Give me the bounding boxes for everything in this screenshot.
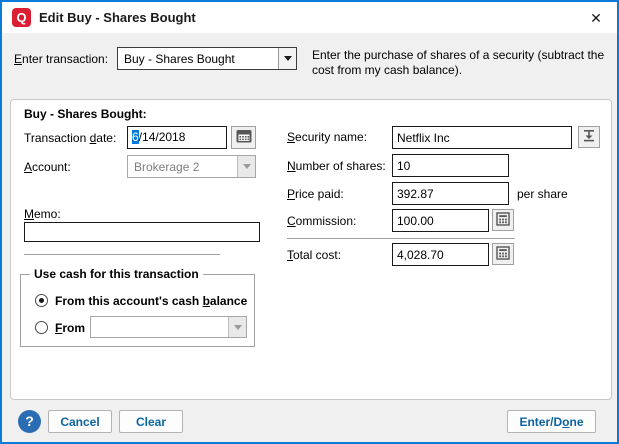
label-part: Enter/D [519, 415, 562, 429]
use-cash-legend: Use cash for this transaction [30, 267, 203, 282]
radio-from-account-balance[interactable] [35, 294, 48, 307]
clear-button[interactable]: Clear [119, 410, 183, 433]
number-of-shares-label: Number of shares: [287, 159, 386, 174]
label-part: ecurity name: [295, 130, 367, 144]
account-dropdown: Brokerage 2 [127, 155, 256, 178]
label-part: otal cost: [293, 248, 341, 262]
security-picker-button[interactable] [578, 126, 600, 148]
chevron-down-icon [234, 325, 242, 330]
enter-done-button[interactable]: Enter/Done [507, 410, 596, 433]
radio-from-account-balance-label: From this account's cash balance [55, 294, 247, 309]
security-name-input[interactable] [392, 126, 572, 149]
description-line: cost from my cash balance). [312, 63, 462, 77]
window-title: Edit Buy - Shares Bought [39, 10, 196, 25]
label-part: Transaction [24, 131, 90, 145]
from-account-dropdown [90, 316, 247, 338]
total-cost-calculator-button[interactable] [492, 243, 514, 265]
help-button[interactable]: ? [18, 410, 41, 433]
dropdown-arrow-box [237, 156, 255, 177]
memo-label: Memo: [24, 207, 61, 222]
edit-buy-dialog: Q Edit Buy - Shares Bought ✕ Enter trans… [0, 0, 619, 444]
account-value: Brokerage 2 [134, 160, 199, 174]
enter-transaction-value: Buy - Shares Bought [124, 52, 235, 66]
label-part: rice paid: [295, 187, 344, 201]
radio-from-other-account[interactable] [35, 321, 48, 334]
label-mnemonic: P [287, 187, 295, 201]
separator [287, 238, 515, 239]
label-mnemonic: o [562, 415, 569, 429]
date-text: /14/2018 [139, 130, 186, 144]
label-mnemonic: N [287, 159, 296, 173]
label-mnemonic: C [287, 214, 296, 228]
label-mnemonic: S [287, 130, 295, 144]
number-of-shares-input[interactable] [392, 154, 509, 177]
transaction-date-label: Transaction date: [24, 131, 116, 146]
enter-transaction-label: Enter transaction: [14, 52, 108, 67]
cancel-button[interactable]: Cancel [48, 410, 112, 433]
title-bar: Q Edit Buy - Shares Bought ✕ [2, 2, 617, 33]
quicken-logo-icon: Q [12, 8, 31, 27]
commission-calculator-button[interactable] [492, 209, 514, 231]
label-mnemonic: M [24, 207, 34, 221]
price-paid-label: Price paid: [287, 187, 344, 202]
description-line: Enter the purchase of shares of a securi… [312, 48, 604, 62]
label-part: ccount: [32, 160, 71, 174]
price-paid-input[interactable] [392, 182, 509, 205]
radio-from-other-account-label: From [55, 321, 85, 336]
commission-label: Commission: [287, 214, 356, 229]
label-part: umber of shares: [296, 159, 386, 173]
calendar-icon [236, 129, 252, 146]
total-cost-input[interactable] [392, 243, 489, 266]
transaction-date-input[interactable]: 6/14/2018 [127, 126, 227, 149]
account-label: Account: [24, 160, 71, 175]
dropdown-arrow-box [228, 317, 246, 337]
date-text-selection: 6 [132, 130, 139, 144]
enter-transaction-dropdown[interactable]: Buy - Shares Bought [117, 47, 297, 70]
label-part: ne [570, 415, 584, 429]
label-mnemonic: A [24, 160, 32, 174]
chevron-down-icon [284, 56, 292, 61]
section-title: Buy - Shares Bought: [24, 107, 147, 122]
calculator-icon [496, 212, 510, 229]
label-mnemonic: b [203, 294, 210, 308]
close-icon[interactable]: ✕ [585, 7, 607, 29]
total-cost-label: Total cost: [287, 248, 341, 263]
commission-input[interactable] [392, 209, 489, 232]
chevron-down-icon [243, 164, 251, 169]
label-mnemonic: E [14, 52, 22, 66]
security-picker-icon [582, 129, 596, 145]
calendar-button[interactable] [231, 126, 256, 149]
per-share-label: per share [517, 187, 568, 202]
label-part: From this account's cash [55, 294, 203, 308]
label-part: ate: [96, 131, 116, 145]
calculator-icon [496, 246, 510, 263]
label-part: ommission: [296, 214, 357, 228]
label-part: alance [210, 294, 247, 308]
label-part: nter transaction: [22, 52, 108, 66]
separator [24, 254, 220, 255]
dropdown-arrow-box[interactable] [278, 48, 296, 69]
label-part: rom [62, 321, 85, 335]
transaction-description: Enter the purchase of shares of a securi… [312, 48, 612, 78]
label-part: emo: [34, 207, 61, 221]
security-name-label: Security name: [287, 130, 367, 145]
memo-input[interactable] [24, 222, 260, 242]
